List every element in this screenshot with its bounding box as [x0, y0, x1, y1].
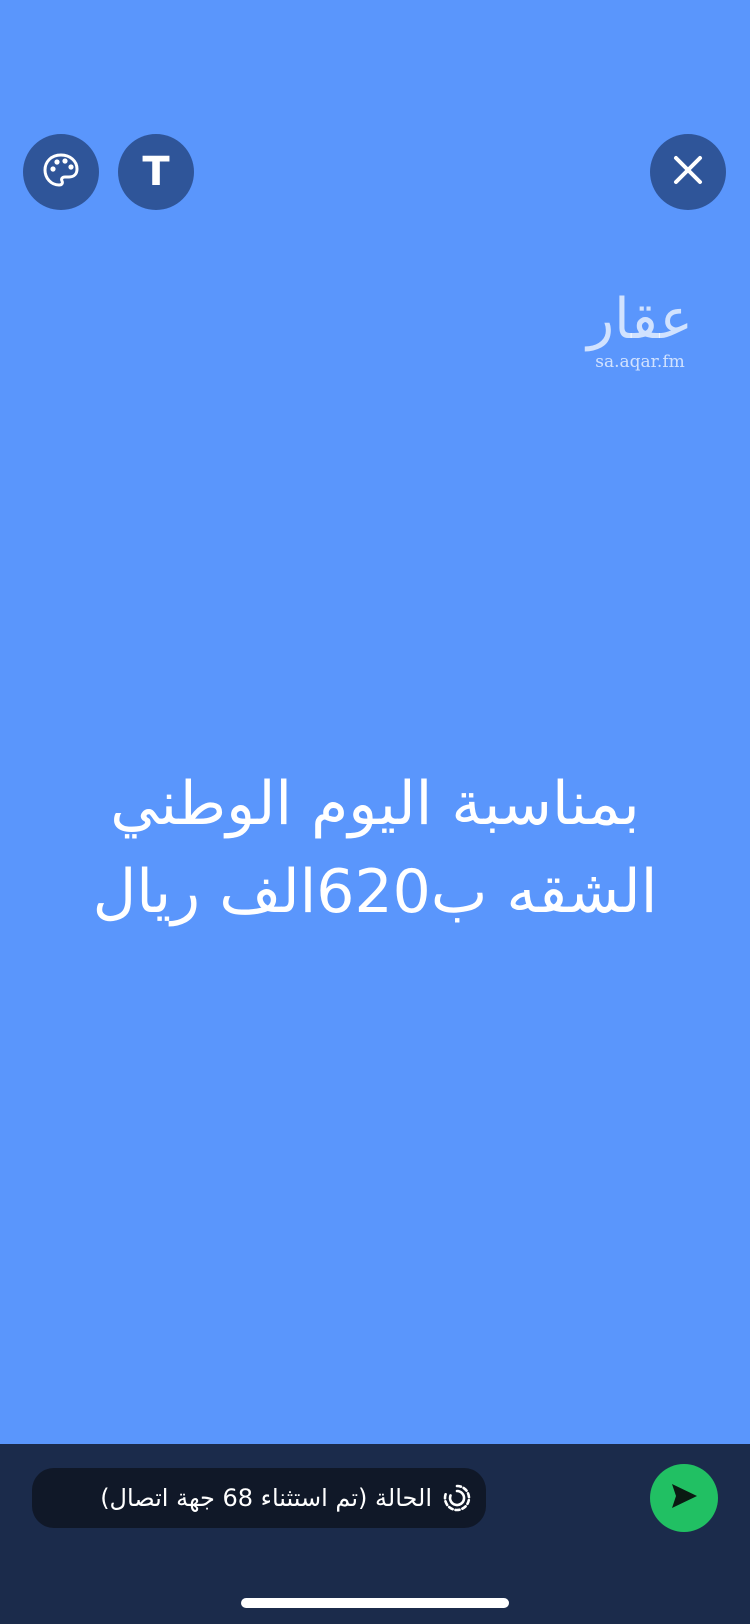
- status-privacy-label: الحالة (تم استثناء 68 جهة اتصال): [100, 1484, 432, 1512]
- home-indicator[interactable]: [241, 1598, 509, 1608]
- status-ring-icon: [442, 1483, 472, 1513]
- aqar-watermark: عقار sa.aqar.fm: [560, 287, 720, 373]
- close-icon: [670, 152, 706, 192]
- status-privacy-button[interactable]: الحالة (تم استثناء 68 جهة اتصال): [32, 1468, 486, 1528]
- text-style-button[interactable]: T: [118, 134, 194, 210]
- text-status-canvas[interactable]: T عقار sa.aqar.fm بمناسبة اليوم الوطني ا…: [0, 0, 750, 1444]
- close-button[interactable]: [650, 134, 726, 210]
- palette-icon: [41, 150, 81, 194]
- status-composer-bar: الحالة (تم استثناء 68 جهة اتصال): [0, 1444, 750, 1624]
- status-text-content[interactable]: بمناسبة اليوم الوطني الشقه ب620الف ريال: [30, 760, 720, 936]
- watermark-logo-text: عقار: [587, 287, 693, 352]
- status-editor-screen: T عقار sa.aqar.fm بمناسبة اليوم الوطني ا…: [0, 0, 750, 1624]
- status-text-line-1: بمناسبة اليوم الوطني: [110, 769, 640, 839]
- color-palette-button[interactable]: [23, 134, 99, 210]
- send-button[interactable]: [650, 1464, 718, 1532]
- status-text-line-2: الشقه ب620الف ريال: [92, 857, 658, 927]
- watermark-url: sa.aqar.fm: [595, 352, 685, 372]
- text-tool-icon: T: [142, 149, 170, 195]
- send-icon: [667, 1479, 701, 1517]
